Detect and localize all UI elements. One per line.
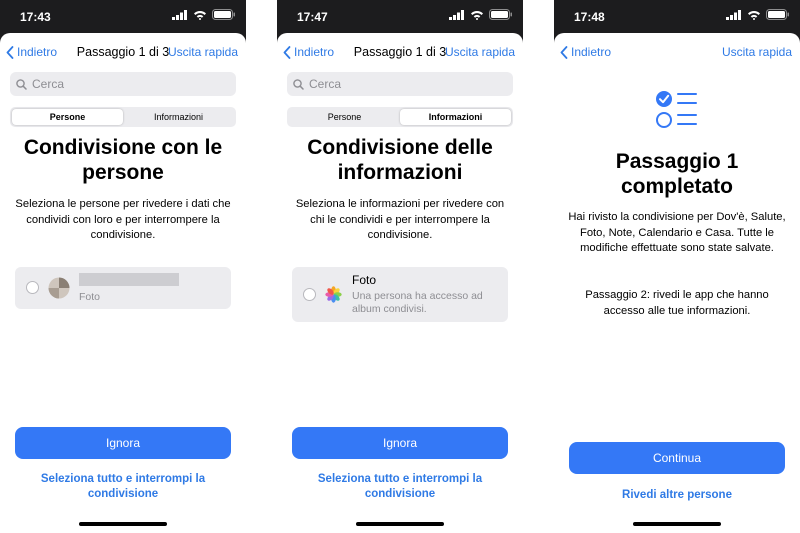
page-description: Hai rivisto la condivisione per Dov'è, S… xyxy=(568,211,786,254)
review-other-people-link[interactable]: Rivedi altre persone xyxy=(566,488,788,503)
select-all-stop-link[interactable]: Seleziona tutto e interrompi la condivis… xyxy=(289,472,511,502)
tab-informazioni[interactable]: Informazioni xyxy=(400,109,511,125)
battery-icon xyxy=(766,9,789,20)
signal-icon xyxy=(726,9,741,20)
search-icon xyxy=(293,78,304,90)
status-icons xyxy=(449,9,513,20)
screen-completato: 17:48 Indietro Uscita rapida Passaggio 1… xyxy=(554,0,800,533)
tab-informazioni[interactable]: Informazioni xyxy=(123,109,234,125)
person-subtitle: Foto xyxy=(79,291,101,303)
info-radio[interactable] xyxy=(303,288,316,301)
tab-persone[interactable]: Persone xyxy=(289,109,400,125)
tab-persone[interactable]: Persone xyxy=(12,109,123,125)
back-button[interactable]: Indietro xyxy=(560,45,611,59)
redacted-name xyxy=(79,273,179,286)
status-icons xyxy=(726,9,790,20)
status-time: 17:47 xyxy=(297,10,328,24)
search-input[interactable]: Cerca xyxy=(10,72,236,96)
segmented-control: Persone Informazioni xyxy=(287,107,513,127)
wifi-icon xyxy=(471,10,483,20)
chevron-left-icon xyxy=(560,45,568,59)
status-bar: 17:43 xyxy=(0,0,246,32)
info-title: Foto xyxy=(352,273,377,287)
status-bar: 17:48 xyxy=(554,0,800,32)
info-subtitle: Una persona ha accesso ad album condivis… xyxy=(352,290,483,315)
nav-bar: Indietro Passaggio 1 di 3 Uscita rapida xyxy=(0,43,246,65)
home-indicator xyxy=(356,522,444,526)
home-indicator xyxy=(633,522,721,526)
screen-informazioni: 17:47 Indietro Passaggio 1 di 3 Uscita r… xyxy=(277,0,523,533)
page-title: Condivisione con le persone xyxy=(23,136,223,184)
status-time: 17:48 xyxy=(574,10,605,24)
search-icon xyxy=(16,78,27,90)
photos-icon xyxy=(325,286,342,303)
page-description: Seleziona le informazioni per rivedere c… xyxy=(295,198,505,241)
checklist-icon xyxy=(656,91,697,128)
quick-exit-button[interactable]: Uscita rapida xyxy=(445,45,515,59)
page-description: Seleziona le persone per rivedere i dati… xyxy=(15,198,231,241)
nav-bar: Indietro Passaggio 1 di 3 Uscita rapida xyxy=(277,43,523,65)
home-indicator xyxy=(79,522,167,526)
status-bar: 17:47 xyxy=(277,0,523,32)
battery-icon xyxy=(489,9,512,20)
status-icons xyxy=(172,9,236,20)
sheet: Indietro Uscita rapida Passaggio 1 compl… xyxy=(554,33,800,533)
next-step-description: Passaggio 2: rivedi le app che hanno acc… xyxy=(585,289,769,317)
sheet: Indietro Passaggio 1 di 3 Uscita rapida … xyxy=(277,33,523,533)
search-placeholder: Cerca xyxy=(32,77,65,91)
signal-icon xyxy=(449,9,464,20)
ignore-button[interactable]: Ignora xyxy=(292,427,508,459)
page-title: Passaggio 1 completato xyxy=(615,150,739,198)
search-placeholder: Cerca xyxy=(309,77,342,91)
quick-exit-button[interactable]: Uscita rapida xyxy=(168,45,238,59)
continue-button[interactable]: Continua xyxy=(569,442,785,474)
screen-persone: 17:43 Indietro Passaggio 1 di 3 Uscita r… xyxy=(0,0,246,533)
search-input[interactable]: Cerca xyxy=(287,72,513,96)
segmented-control: Persone Informazioni xyxy=(10,107,236,127)
avatar xyxy=(48,277,70,299)
page-title: Condivisione delle informazioni xyxy=(307,136,493,184)
wifi-icon xyxy=(194,10,206,20)
nav-bar: Indietro Uscita rapida xyxy=(554,43,800,65)
signal-icon xyxy=(172,9,187,20)
ignore-button[interactable]: Ignora xyxy=(15,427,231,459)
select-all-stop-link[interactable]: Seleziona tutto e interrompi la condivis… xyxy=(12,472,234,502)
back-label: Indietro xyxy=(571,45,612,59)
person-row[interactable]: Foto xyxy=(15,267,231,309)
info-row-foto[interactable]: Foto Una persona ha accesso ad album con… xyxy=(292,267,508,322)
battery-icon xyxy=(212,9,235,20)
quick-exit-button[interactable]: Uscita rapida xyxy=(722,45,792,59)
status-time: 17:43 xyxy=(20,10,51,24)
wifi-icon xyxy=(748,10,760,20)
person-radio[interactable] xyxy=(26,281,39,294)
sheet: Indietro Passaggio 1 di 3 Uscita rapida … xyxy=(0,33,246,533)
